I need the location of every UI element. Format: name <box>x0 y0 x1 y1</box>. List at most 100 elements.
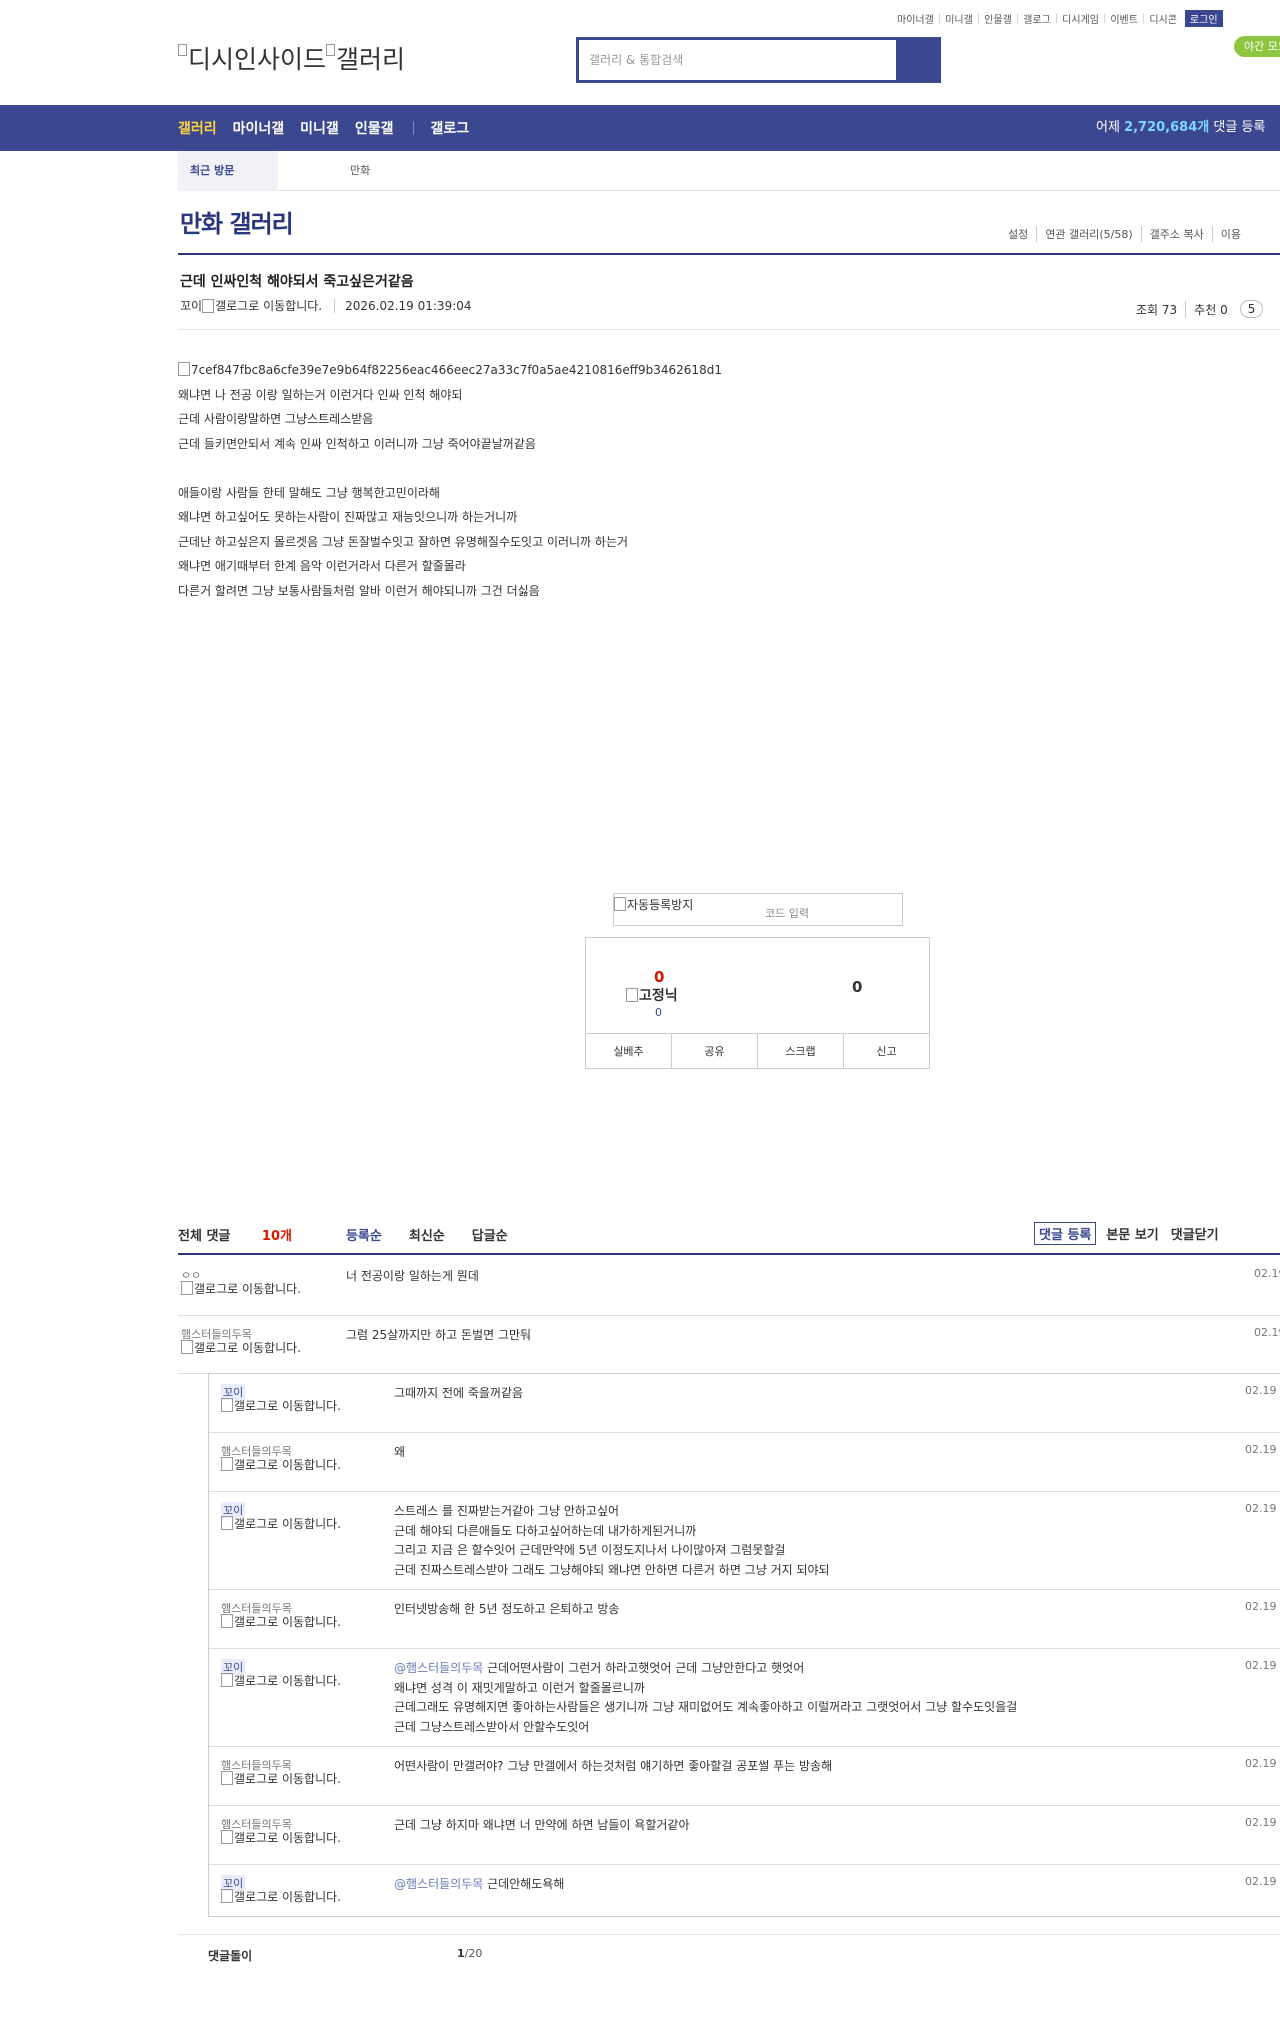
comment-bot-label: 댓글돌이 <box>208 1949 253 1963</box>
sort-replies[interactable]: 답글순 <box>472 1225 508 1244</box>
post-image-alt: 7cef847fbc8a6cfe39e7e9b64f82256eac466eec… <box>191 363 722 377</box>
gallery-title[interactable]: 만화 갤러리 <box>180 204 294 239</box>
logo-alt-gallery: 갤러리 <box>336 45 406 74</box>
reply-list: 꼬이 갤로그로 이동합니다. 그때까지 전에 죽을꺼같음 02.19 0 햄스터… <box>208 1373 1280 1917</box>
fixed-nick-count: 0 <box>655 1006 662 1019</box>
reply-line: 왜냐면 성격 이 재밋게말하고 이런거 할줄몰르니까 <box>394 1680 645 1695</box>
copy-gallery-address-link[interactable]: 갤주소 복사 <box>1140 226 1212 242</box>
gallog-alt: 갤로그로 이동합니다. <box>234 1517 341 1531</box>
reply-text: @햄스터들의두목 근데안해도욕해 <box>394 1875 564 1895</box>
nav-person-gallery[interactable]: 인물갤 <box>355 118 394 138</box>
view-body-button[interactable]: 본문 보기 <box>1106 1224 1158 1243</box>
util-event[interactable]: 이벤트 <box>1106 11 1142 26</box>
reply-time: 02.19 0 <box>1245 1757 1280 1770</box>
reply-time: 02.19 0 <box>1245 1384 1280 1397</box>
nav-mini-gallery[interactable]: 미니갤 <box>300 118 339 138</box>
comment-register-button[interactable]: 댓글 등록 <box>1034 1222 1097 1245</box>
nav-gallog[interactable]: 갤로그 <box>430 118 469 138</box>
gallog-alt: 갤로그로 이동합니다. <box>234 1890 341 1904</box>
post-line: 왜냐면 애기때부터 한계 음악 이런거라서 다른거 할줄몰라 <box>178 559 466 573</box>
nav-minor-gallery[interactable]: 마이너갤 <box>233 118 285 138</box>
recommend-box: 0 고정닉 0 0 실베추 공유 스크랩 신고 <box>585 937 930 1069</box>
reply-text: 스트레스 를 진짜받는거같아 그냥 안하고싶어 근데 해야되 다른애들도 다하고… <box>394 1502 830 1580</box>
comment-count-badge[interactable]: 5 <box>1239 300 1264 318</box>
reply-mention[interactable]: @햄스터들의두목 <box>394 1661 483 1675</box>
site-logo[interactable]: 디시인사이드 갤러리 <box>178 40 405 76</box>
report-button[interactable]: 신고 <box>843 1034 929 1069</box>
post-views: 조회 73 <box>1136 302 1178 317</box>
reply-row: 햄스터들의두목 갤로그로 이동합니다. 인터넷방송해 한 5년 정도하고 은퇴하… <box>209 1590 1280 1649</box>
reply-line: 근데 진짜스트레스받아 그래도 그냥해야되 왜냐면 안하면 다른거 하면 그냥 … <box>394 1562 830 1577</box>
post-line: 근데 사람이랑말하면 그냥스트레스받음 <box>178 412 374 426</box>
recent-visit-label: 만화 <box>350 164 371 177</box>
reply-gallog-link[interactable]: 갤로그로 이동합니다. <box>221 1889 351 1904</box>
scrap-button[interactable]: 스크랩 <box>757 1034 843 1069</box>
util-gallog[interactable]: 갤로그 <box>1019 11 1055 26</box>
reply-row: 햄스터들의두목 갤로그로 이동합니다. 어떤사람이 만갤러야? 그냥 만갤에서 … <box>209 1747 1280 1806</box>
util-dc-game[interactable]: 디시게임 <box>1058 11 1103 26</box>
util-minor-gallery[interactable]: 마이너갤 <box>893 11 938 26</box>
downvote-count: 0 <box>852 978 863 996</box>
broken-image-icon <box>178 44 187 56</box>
reply-text: 그때까지 전에 죽을꺼같음 <box>394 1384 523 1404</box>
reply-gallog-link[interactable]: 갤로그로 이동합니다. <box>221 1673 351 1688</box>
reply-gallog-link[interactable]: 갤로그로 이동합니다. <box>221 1830 351 1845</box>
reply-line: 인터넷방송해 한 5년 정도하고 은퇴하고 방송 <box>394 1602 620 1616</box>
reply-row: 꼬이 갤로그로 이동합니다. 스트레스 를 진짜받는거같아 그냥 안하고싶어 근… <box>209 1492 1280 1590</box>
share-button[interactable]: 공유 <box>671 1034 757 1069</box>
search-button[interactable] <box>899 40 938 80</box>
login-button[interactable]: 로그인 <box>1184 10 1223 27</box>
post-author-gallog-alt[interactable]: 갤로그로 이동합니다. <box>215 297 322 314</box>
reply-line: @햄스터들의두목 근데어떤사람이 그런거 하라고햇엇어 근데 그냥안한다고 햇엇… <box>394 1659 1017 1679</box>
stat-prefix: 어제 <box>1096 120 1120 135</box>
comment-total: 전체 댓글 10개 <box>178 1225 319 1244</box>
night-mode-toggle[interactable]: 야간 모드 <box>1234 36 1280 57</box>
gallog-alt: 갤로그로 이동합니다. <box>234 1772 341 1786</box>
reply-gallog-link[interactable]: 갤로그로 이동합니다. <box>221 1398 351 1413</box>
settings-link[interactable]: 설정 <box>1000 226 1036 242</box>
reply-gallog-link[interactable]: 갤로그로 이동합니다. <box>221 1516 351 1531</box>
usage-link[interactable]: 이용 <box>1211 226 1249 242</box>
util-dccon[interactable]: 디시콘 <box>1145 11 1181 26</box>
reply-time: 02.19 0 <box>1245 1443 1280 1456</box>
comment-row: ㅇㅇ 갤로그로 이동합니다. 너 전공이랑 일하는게 뭔데 02.19 <box>178 1257 1280 1316</box>
reply-gallog-link[interactable]: 갤로그로 이동합니다. <box>221 1457 351 1472</box>
related-gallery-link[interactable]: 연관 갤러리(5/58) <box>1036 226 1140 242</box>
close-comments-button[interactable]: 댓글닫기 <box>1171 1224 1219 1243</box>
broken-image-icon <box>202 298 215 313</box>
post-recommend: 추천 0 <box>1185 300 1236 318</box>
sort-latest[interactable]: 최신순 <box>409 1225 445 1244</box>
sort-registered[interactable]: 등록순 <box>346 1225 382 1244</box>
util-mini-gallery[interactable]: 미니갤 <box>941 11 977 26</box>
reply-time: 02.19 0 <box>1245 1659 1280 1672</box>
recent-visit-item[interactable]: 만화 <box>290 151 370 191</box>
comment-gallog-link[interactable]: 갤로그로 이동합니다. <box>181 1340 311 1355</box>
captcha-input[interactable]: 코드 입력 <box>765 905 809 921</box>
util-person-gallery[interactable]: 인물갤 <box>980 11 1016 26</box>
search-input[interactable] <box>579 40 899 80</box>
reply-time: 02.19 0 <box>1245 1816 1280 1829</box>
reply-gallog-link[interactable]: 갤로그로 이동합니다. <box>221 1771 351 1786</box>
main-nav-bar: 갤러리 마이너갤 미니갤 인물갤 갤로그 어제 2,720,684개 댓글 등록 <box>0 105 1280 151</box>
comment-gallog-link[interactable]: 갤로그로 이동합니다. <box>181 1281 311 1296</box>
best-recommend-button[interactable]: 실베추 <box>586 1034 671 1069</box>
gallog-alt: 갤로그로 이동합니다. <box>234 1674 341 1688</box>
broken-image-icon <box>221 1398 233 1412</box>
post-line-blank <box>178 456 722 481</box>
comment-sort: 전체 댓글 10개 등록순 최신순 답글순 <box>178 1225 535 1244</box>
reply-row: 꼬이 갤로그로 이동합니다. 그때까지 전에 죽을꺼같음 02.19 0 <box>209 1374 1280 1433</box>
comment-text: 너 전공이랑 일하는게 뭔데 <box>346 1269 479 1283</box>
page-total: /20 <box>464 1947 483 1960</box>
broken-image-icon <box>221 1673 233 1687</box>
post-body: 7cef847fbc8a6cfe39e7e9b64f82256eac466eec… <box>178 358 722 603</box>
reply-mention[interactable]: @햄스터들의두목 <box>394 1877 483 1891</box>
stat-suffix: 댓글 등록 <box>1213 120 1266 135</box>
reply-line: 그리고 지금 은 할수잇어 근데만약에 5년 이정도지나서 나이많아져 그럼못할… <box>394 1543 786 1557</box>
post-author[interactable]: 꼬이 <box>180 297 202 314</box>
comment-pagination[interactable]: 1/20 <box>457 1947 482 1960</box>
captcha-alt: 자동등록방지 <box>627 898 694 912</box>
captcha-box: 자동등록방지 코드 입력 <box>613 893 903 926</box>
nav-gallery[interactable]: 갤러리 <box>178 118 217 138</box>
fixed-nick-upvote[interactable]: 고정닉 <box>626 985 678 1005</box>
reply-gallog-link[interactable]: 갤로그로 이동합니다. <box>221 1614 351 1629</box>
